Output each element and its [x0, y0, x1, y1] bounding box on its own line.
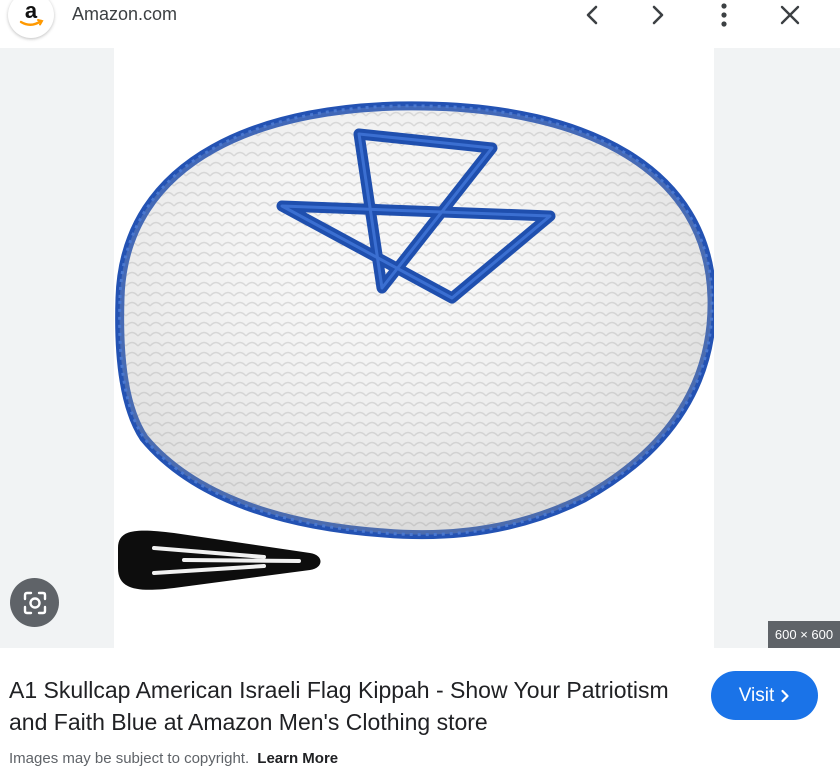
more-options-button[interactable] — [704, 0, 744, 30]
google-lens-button[interactable] — [10, 578, 59, 627]
product-image[interactable] — [114, 48, 714, 648]
chevron-right-icon — [652, 5, 664, 25]
result-title[interactable]: A1 Skullcap American Israeli Flag Kippah… — [9, 674, 669, 738]
amazon-favicon: a — [8, 0, 54, 38]
previous-button[interactable] — [572, 0, 612, 30]
image-viewer: 600 × 600 — [0, 48, 840, 648]
google-lens-icon — [23, 591, 46, 614]
source-site-name[interactable]: Amazon.com — [72, 4, 177, 25]
chevron-right-icon — [781, 689, 789, 702]
next-button[interactable] — [638, 0, 678, 30]
hair-clip — [118, 530, 321, 590]
image-dimensions-badge: 600 × 600 — [768, 621, 840, 648]
close-button[interactable] — [770, 0, 810, 30]
svg-text:a: a — [25, 0, 38, 23]
visit-button[interactable]: Visit — [711, 671, 818, 720]
top-bar: a Amazon.com — [0, 0, 840, 48]
more-vert-icon — [721, 3, 727, 27]
close-icon — [780, 5, 800, 25]
kippah-illustration — [115, 101, 714, 590]
amazon-logo-icon: a — [19, 0, 44, 26]
visit-label: Visit — [738, 684, 775, 706]
chevron-left-icon — [586, 5, 598, 25]
